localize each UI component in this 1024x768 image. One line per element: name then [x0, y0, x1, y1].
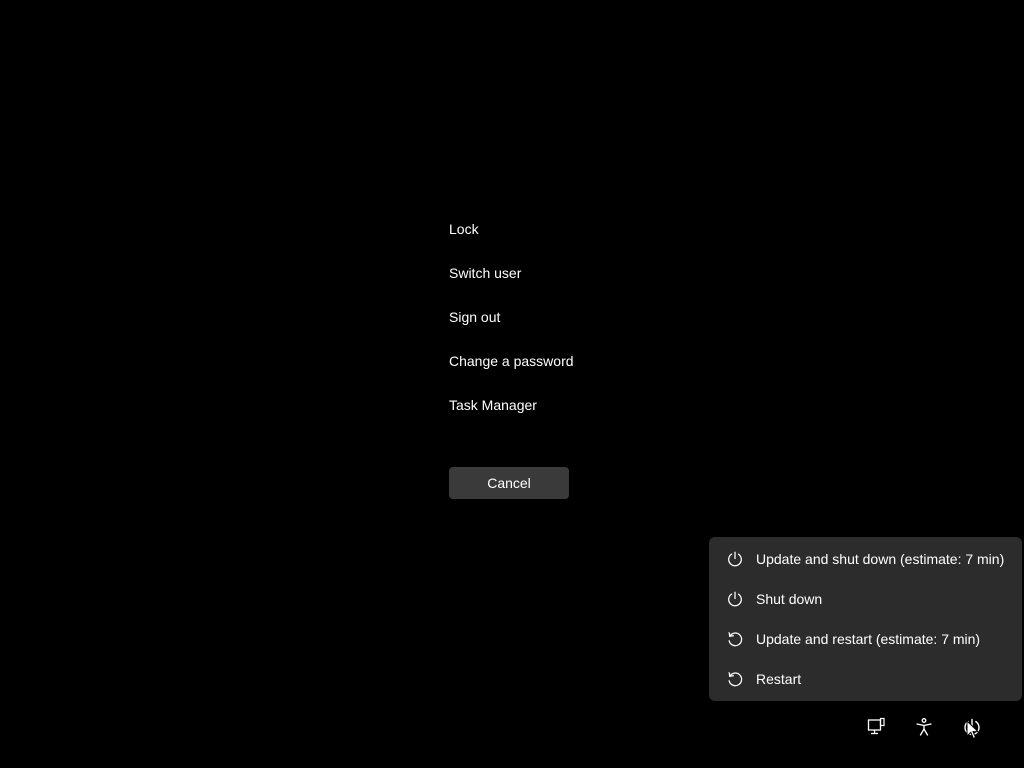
- power-icon: [726, 590, 744, 608]
- update-and-restart-item[interactable]: Update and restart (estimate: 7 min): [709, 619, 1022, 659]
- update-and-shut-down-item[interactable]: Update and shut down (estimate: 7 min): [709, 539, 1022, 579]
- power-icon: [726, 550, 744, 568]
- shut-down-item[interactable]: Shut down: [709, 579, 1022, 619]
- restart-label: Restart: [756, 671, 802, 687]
- restart-icon: [726, 670, 744, 688]
- power-menu: Update and shut down (estimate: 7 min) S…: [709, 537, 1022, 701]
- security-options-list: Lock Switch user Sign out Change a passw…: [449, 218, 649, 438]
- cancel-button[interactable]: Cancel: [449, 467, 569, 499]
- mouse-cursor-icon: [966, 719, 980, 740]
- shut-down-label: Shut down: [756, 591, 823, 607]
- change-password-option[interactable]: Change a password: [449, 350, 649, 394]
- ctrl-alt-del-screen: Lock Switch user Sign out Change a passw…: [0, 0, 1024, 768]
- accessibility-icon[interactable]: [912, 715, 936, 739]
- task-manager-option[interactable]: Task Manager: [449, 394, 649, 438]
- sign-out-option[interactable]: Sign out: [449, 306, 649, 350]
- restart-item[interactable]: Restart: [709, 659, 1022, 699]
- lock-option[interactable]: Lock: [449, 218, 649, 262]
- update-and-restart-label: Update and restart (estimate: 7 min): [756, 631, 981, 647]
- network-icon[interactable]: [864, 715, 888, 739]
- switch-user-option[interactable]: Switch user: [449, 262, 649, 306]
- update-and-shut-down-label: Update and shut down (estimate: 7 min): [756, 551, 1005, 567]
- restart-icon: [726, 630, 744, 648]
